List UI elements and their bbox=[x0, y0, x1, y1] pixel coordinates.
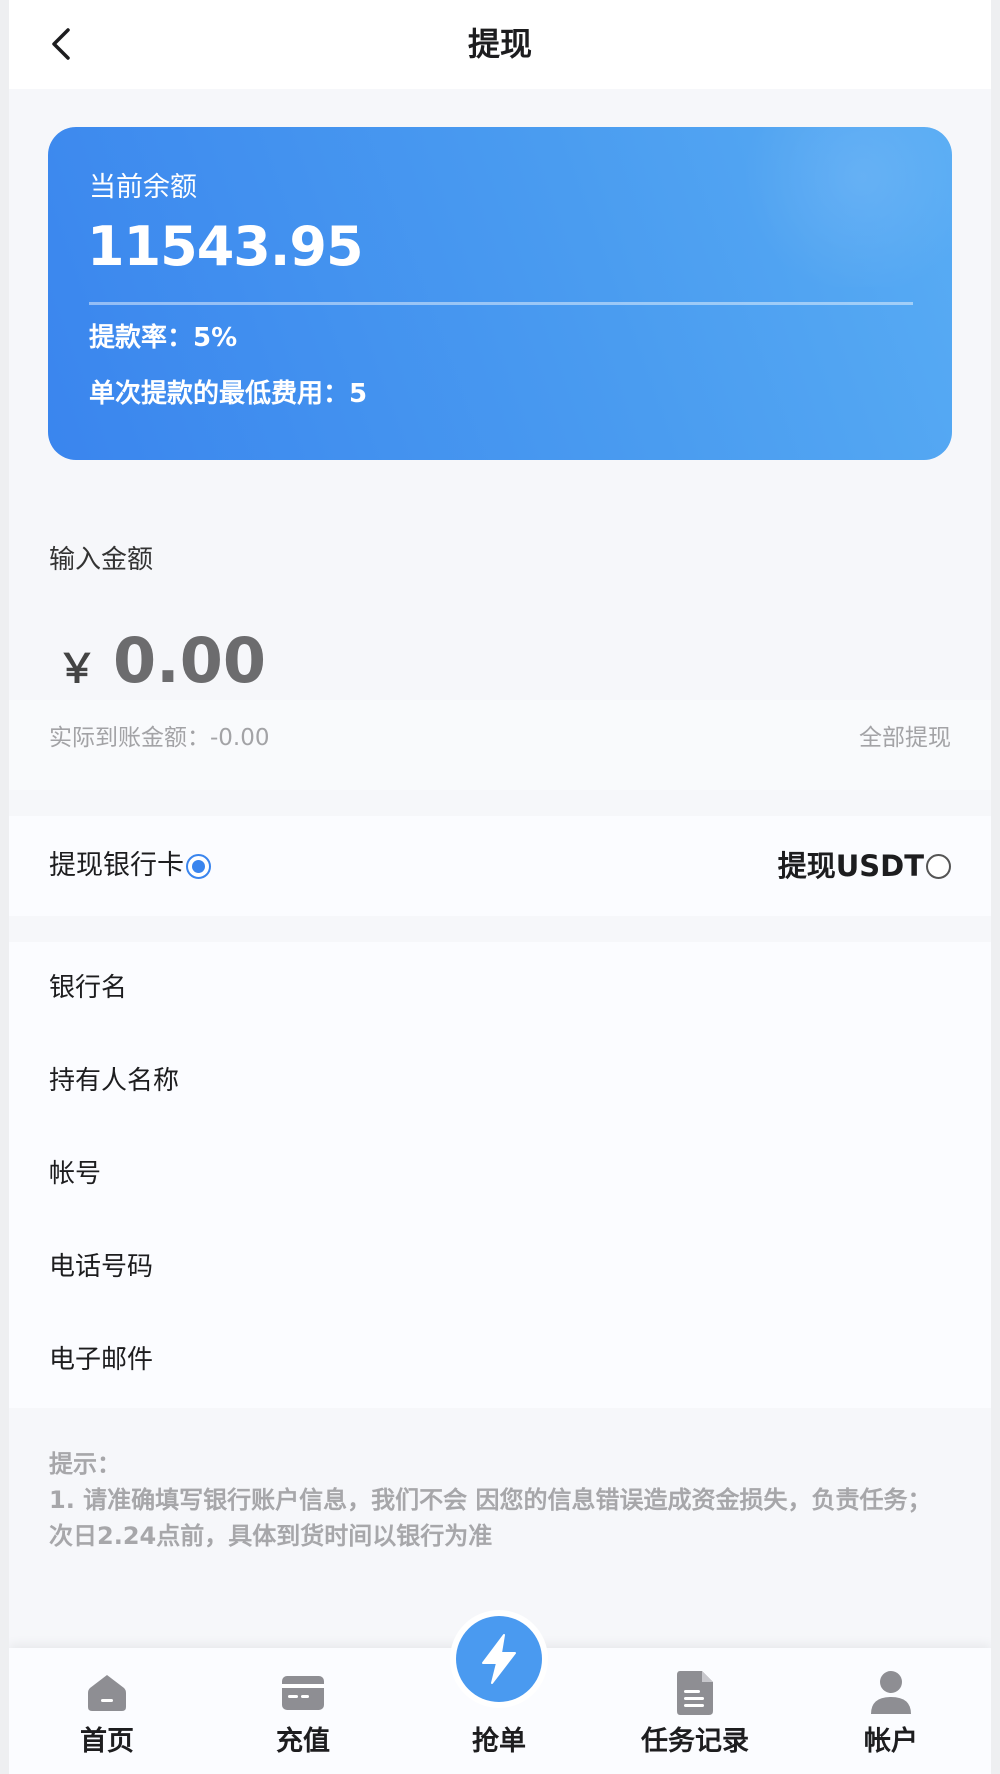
email-label: 电子邮件 bbox=[49, 1345, 154, 1375]
actual-amount: 实际到账金额：-0.00 bbox=[49, 725, 270, 751]
bank-name-input[interactable] bbox=[269, 962, 949, 1014]
bank-name-label: 银行名 bbox=[49, 973, 128, 1003]
method-bank-option[interactable]: 提现银行卡 bbox=[49, 846, 211, 886]
lightning-icon bbox=[482, 1634, 516, 1684]
nav-recharge[interactable]: 充值 bbox=[205, 1648, 401, 1774]
grab-order-button[interactable] bbox=[450, 1610, 548, 1708]
phone-label: 电话号码 bbox=[49, 1252, 154, 1282]
method-usdt-label: 提现USDT bbox=[777, 849, 924, 883]
currency-symbol: ￥ bbox=[57, 646, 97, 692]
screen: 提现 当前余额 11543.95 提款率：5% 单次提款的最低费用：5 输入金额… bbox=[9, 0, 991, 1774]
balance-label: 当前余额 bbox=[89, 172, 197, 203]
method-bank-label: 提现银行卡 bbox=[49, 850, 184, 881]
user-icon bbox=[868, 1670, 914, 1716]
withdraw-all-button[interactable]: 全部提现 bbox=[859, 720, 951, 756]
amount-label: 输入金额 bbox=[49, 545, 154, 575]
holder-name-label: 持有人名称 bbox=[49, 1066, 180, 1096]
radio-checked-icon[interactable] bbox=[186, 853, 211, 879]
nav-account-label: 帐户 bbox=[864, 1726, 918, 1757]
phone-input[interactable] bbox=[269, 1241, 949, 1293]
card-icon bbox=[280, 1670, 326, 1716]
page-title: 提现 bbox=[467, 25, 532, 63]
email-input[interactable] bbox=[269, 1334, 949, 1386]
min-fee: 单次提款的最低费用：5 bbox=[89, 379, 368, 409]
nav-grab-label: 抢单 bbox=[472, 1726, 526, 1757]
account-input[interactable] bbox=[269, 1148, 949, 1200]
balance-card: 当前余额 11543.95 提款率：5% 单次提款的最低费用：5 bbox=[48, 127, 952, 460]
nav-recharge-label: 充值 bbox=[276, 1726, 330, 1757]
card-divider bbox=[89, 302, 913, 305]
account-label: 帐号 bbox=[49, 1159, 102, 1189]
nav-account[interactable]: 帐户 bbox=[793, 1648, 989, 1774]
nav-home[interactable]: 首页 bbox=[9, 1648, 205, 1774]
document-icon bbox=[672, 1670, 718, 1716]
email-field[interactable]: 电子邮件 bbox=[9, 1314, 991, 1407]
grab-button-circle bbox=[456, 1616, 542, 1702]
holder-name-input[interactable] bbox=[269, 1055, 949, 1107]
amount-value[interactable]: 0.00 bbox=[113, 620, 266, 702]
method-usdt-option[interactable]: 提现USDT bbox=[778, 846, 951, 886]
tips-line-2: 次日2.24点前，具体到货时间以银行为准 bbox=[49, 1522, 493, 1550]
phone-field[interactable]: 电话号码 bbox=[9, 1221, 991, 1314]
nav-home-label: 首页 bbox=[80, 1726, 134, 1757]
tips-block: 提示： 1. 请准确填写银行账户信息，我们不会 因您的信息错误造成资金损失，负责… bbox=[49, 1446, 959, 1554]
home-icon bbox=[84, 1670, 130, 1716]
bank-name-field[interactable]: 银行名 bbox=[9, 942, 991, 1035]
method-selector: 提现银行卡 提现USDT bbox=[9, 816, 991, 916]
account-field[interactable]: 帐号 bbox=[9, 1128, 991, 1221]
tips-title: 提示： bbox=[49, 1450, 121, 1478]
nav-tasks-label: 任务记录 bbox=[641, 1726, 749, 1757]
amount-input[interactable]: ￥ 0.00 bbox=[57, 620, 266, 702]
top-bar: 提现 bbox=[9, 0, 991, 89]
bank-form: 银行名 持有人名称 帐号 电话号码 电子邮件 bbox=[9, 942, 991, 1408]
withdraw-rate: 提款率：5% bbox=[89, 323, 238, 353]
balance-value: 11543.95 bbox=[87, 215, 364, 278]
actual-amount-panel: 实际到账金额：-0.00 全部提现 bbox=[9, 700, 991, 790]
radio-unchecked-icon[interactable] bbox=[926, 853, 951, 879]
holder-name-field[interactable]: 持有人名称 bbox=[9, 1035, 991, 1128]
tips-line-1: 1. 请准确填写银行账户信息，我们不会 因您的信息错误造成资金损失，负责任务； bbox=[49, 1486, 932, 1514]
nav-tasks[interactable]: 任务记录 bbox=[597, 1648, 793, 1774]
